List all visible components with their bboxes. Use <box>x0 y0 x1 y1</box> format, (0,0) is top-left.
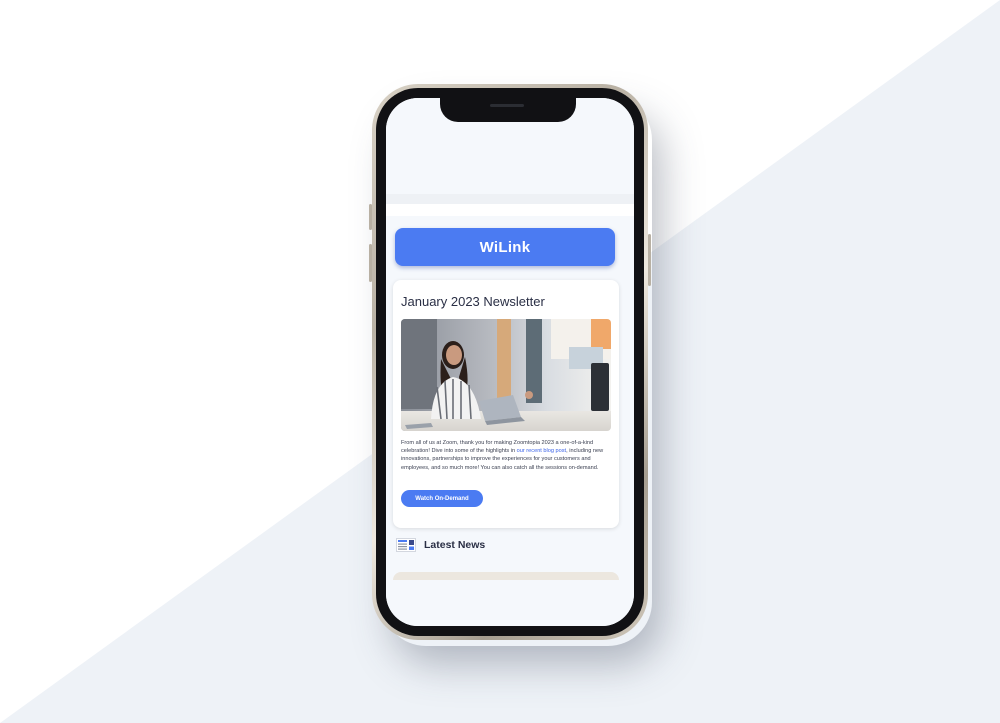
header-divider <box>386 194 634 204</box>
phone-power-button <box>648 234 651 286</box>
office-photo-illustration <box>401 319 611 431</box>
brand-banner[interactable]: WiLink <box>395 228 615 266</box>
latest-news-header: Latest News <box>396 538 485 552</box>
phone-notch <box>440 98 576 122</box>
header-spacer <box>386 204 634 216</box>
latest-news-title: Latest News <box>424 539 486 551</box>
phone-bezel: WiLink January 2023 Newsletter From all … <box>376 88 644 636</box>
speaker-grille <box>490 104 524 107</box>
screen-bottom <box>386 580 634 626</box>
mockup-canvas: WiLink January 2023 Newsletter From all … <box>0 0 1000 723</box>
newsletter-photo <box>401 319 611 431</box>
phone-screen: WiLink January 2023 Newsletter From all … <box>386 98 634 626</box>
watch-on-demand-button[interactable]: Watch On-Demand <box>401 490 483 507</box>
phone-side-button <box>369 204 372 230</box>
phone-volume-button <box>369 244 372 282</box>
phone-frame: WiLink January 2023 Newsletter From all … <box>369 84 651 640</box>
blog-post-link[interactable]: our recent blog post <box>517 448 566 454</box>
brand-name: WiLink <box>479 238 531 256</box>
newsletter-title: January 2023 Newsletter <box>401 294 545 309</box>
newspaper-icon <box>396 538 416 552</box>
newsletter-body: From all of us at Zoom, thank you for ma… <box>401 439 613 472</box>
newsletter-card: January 2023 Newsletter From all of us a… <box>393 280 619 528</box>
